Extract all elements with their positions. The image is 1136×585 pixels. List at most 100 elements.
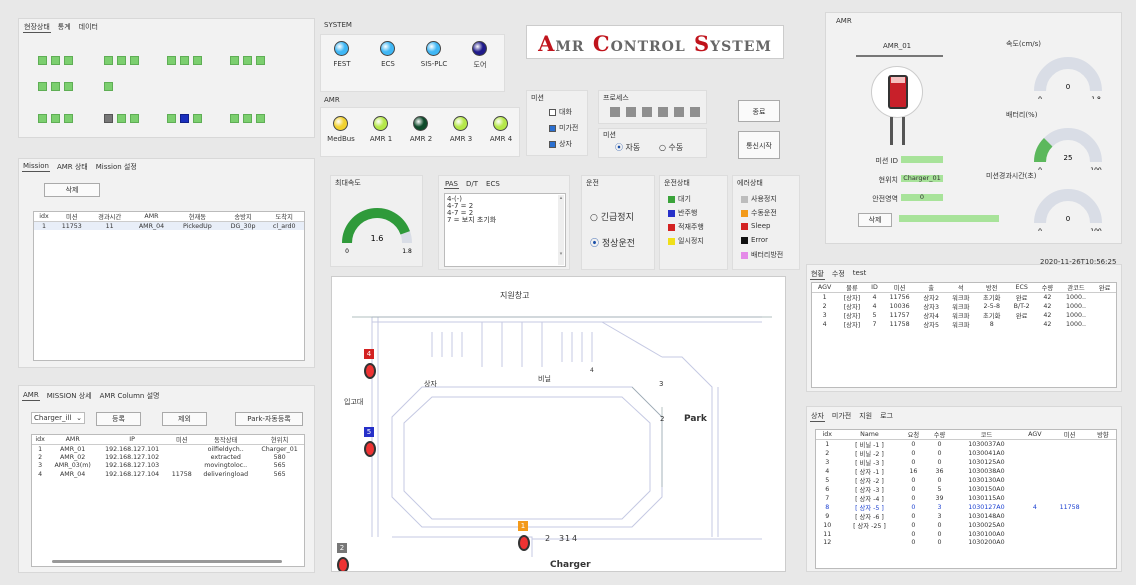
table-row[interactable]: 1 11753 11 AMR_04 PickedUp DG_30p cl_ard0 bbox=[34, 221, 304, 230]
emergency-stop-radio[interactable]: ○ 긴급정지 bbox=[590, 210, 634, 223]
table-row[interactable]: 4 [ 상자 -1 ] 16 36 1030038A0 bbox=[816, 467, 1116, 476]
grid-cell[interactable] bbox=[230, 56, 239, 65]
column-header[interactable]: 관코드 bbox=[1058, 283, 1094, 293]
log-text[interactable]: 4-(-) 4-7 = 2 4-7 = 27 = 보지 초기화 ▴ ▾ bbox=[444, 193, 566, 267]
column-header[interactable]: idx bbox=[34, 212, 54, 222]
grid-cell[interactable] bbox=[104, 82, 113, 91]
column-header[interactable]: 요청 bbox=[900, 430, 927, 440]
column-header[interactable]: AGV bbox=[1020, 430, 1050, 440]
amr-delete-button[interactable]: 삭제 bbox=[858, 213, 892, 227]
tab-stats[interactable]: 통계 bbox=[57, 22, 72, 33]
column-header[interactable]: idx bbox=[816, 430, 839, 440]
amr-marker[interactable]: 4 bbox=[364, 349, 378, 385]
table-row[interactable]: 2 AMR_02 192.168.127.102 extracted 580 bbox=[32, 453, 304, 462]
grid-cell[interactable] bbox=[38, 114, 47, 123]
column-header[interactable]: 경과시간 bbox=[89, 212, 130, 222]
tab-mission-settings[interactable]: Mission 설정 bbox=[95, 162, 138, 172]
grid-cell[interactable] bbox=[117, 56, 126, 65]
column-header[interactable]: 동작상태 bbox=[196, 435, 256, 445]
column-header[interactable]: ECS bbox=[1007, 283, 1037, 293]
mission-checkbox[interactable]: 상자 bbox=[549, 139, 572, 149]
table-row[interactable]: 9 [ 상자 -6 ] 0 3 1030148A0 bbox=[816, 512, 1116, 521]
table-row[interactable]: 11 0 0 1030100A0 bbox=[816, 530, 1116, 539]
table-row[interactable]: 1 AMR_01 192.168.127.101 oilfieldych.. Charg… bbox=[32, 445, 304, 454]
tab-amr-status[interactable]: AMR 상태 bbox=[56, 162, 89, 172]
column-header[interactable]: 코드 bbox=[952, 430, 1021, 440]
mission-checkbox[interactable]: 대화 bbox=[549, 107, 572, 117]
mission-delete-button[interactable]: 삭제 bbox=[44, 183, 100, 197]
tab-amr[interactable]: AMR bbox=[22, 391, 40, 401]
park-register-button[interactable]: Park-자동등록 bbox=[235, 412, 303, 426]
table-row[interactable]: 2 [상자] 4 10036 상자3 워크파 2-5-8 B/T-2 42 1000.. bbox=[812, 302, 1116, 311]
column-header[interactable]: idx bbox=[32, 435, 49, 445]
column-header[interactable]: 수량 bbox=[926, 430, 953, 440]
table-row[interactable]: 8 [ 상자 -5 ] 0 3 1030127A0 4 11758 bbox=[816, 503, 1116, 512]
grid-cell[interactable] bbox=[193, 114, 202, 123]
horizontal-scrollbar[interactable] bbox=[52, 560, 282, 563]
grid-cell[interactable] bbox=[256, 114, 265, 123]
amr-exclude-button[interactable]: 제외 bbox=[162, 412, 207, 426]
grid-cell[interactable] bbox=[51, 82, 60, 91]
grid-cell[interactable] bbox=[130, 114, 139, 123]
table-row[interactable]: 6 [ 상자 -3 ] 0 5 1030150A0 bbox=[816, 485, 1116, 494]
grid-cell[interactable] bbox=[243, 56, 252, 65]
table-row[interactable]: 5 [ 상자 -2 ] 0 0 1030130A0 bbox=[816, 476, 1116, 485]
tab-box[interactable]: 상자 bbox=[810, 411, 825, 422]
grid-cell[interactable] bbox=[130, 56, 139, 65]
column-header[interactable]: 완료 bbox=[1093, 283, 1116, 293]
amr-marker[interactable]: 2 bbox=[337, 543, 351, 571]
table-row[interactable]: 1 [상자] 4 11756 상자2 워크파 초기화 완료 42 1000.. bbox=[812, 293, 1116, 302]
column-header[interactable]: AGV bbox=[812, 283, 838, 293]
table-row[interactable]: 3 AMR_03(m) 192.168.127.103 movingtoloc.. 56… bbox=[32, 462, 304, 471]
grid-cell[interactable] bbox=[64, 82, 73, 91]
tab-site-status[interactable]: 현장상태 bbox=[23, 22, 51, 33]
tab-data[interactable]: 데이터 bbox=[78, 22, 99, 33]
amr-register-button[interactable]: 등록 bbox=[96, 412, 141, 426]
grid-cell[interactable] bbox=[117, 114, 126, 123]
table-row[interactable]: 4 AMR_04 192.168.127.104 11758 deliveringloa… bbox=[32, 470, 304, 479]
table-row[interactable]: 3 [ 비닐 -3 ] 0 0 1030125A0 bbox=[816, 458, 1116, 467]
grid-cell[interactable] bbox=[64, 56, 73, 65]
table-row[interactable]: 4 [상자] 7 11758 상자5 워크파 8 42 1000.. bbox=[812, 320, 1116, 329]
grid-cell[interactable] bbox=[230, 114, 239, 123]
table-row[interactable]: 1 [ 비닐 -1 ] 0 0 1030037A0 bbox=[816, 440, 1116, 449]
mode-auto-radio[interactable]: ⦿ 자동 bbox=[615, 142, 640, 153]
column-header[interactable]: 송방지 bbox=[221, 212, 265, 222]
table-row[interactable]: 7 [ 상자 -4 ] 0 39 1030115A0 bbox=[816, 494, 1116, 503]
comm-start-button[interactable]: 통신시작 bbox=[738, 131, 780, 159]
column-header[interactable]: 도착지 bbox=[264, 212, 304, 222]
grid-cell[interactable] bbox=[38, 82, 47, 91]
tab-support[interactable]: 지원 bbox=[858, 411, 873, 422]
grid-cell[interactable] bbox=[180, 56, 189, 65]
grid-cell[interactable] bbox=[256, 56, 265, 65]
table-row[interactable]: 2 [ 비닐 -2 ] 0 0 1030041A0 bbox=[816, 449, 1116, 458]
normal-run-radio[interactable]: ⦿ 정상운전 bbox=[590, 236, 635, 249]
scrollbar[interactable]: ▴ ▾ bbox=[558, 195, 564, 265]
column-header[interactable]: Name bbox=[838, 430, 901, 440]
tab-mission[interactable]: Mission bbox=[22, 162, 50, 172]
tab-mission-detail[interactable]: MISSION 상세 bbox=[46, 391, 93, 401]
tab-edit[interactable]: 수정 bbox=[831, 269, 846, 280]
table-row[interactable]: 12 0 0 1030200A0 bbox=[816, 539, 1116, 548]
tab-dt[interactable]: D/T bbox=[465, 180, 479, 189]
column-header[interactable]: IP bbox=[97, 435, 168, 445]
tab-test[interactable]: test bbox=[852, 269, 867, 280]
column-header[interactable]: 현재동 bbox=[173, 212, 222, 222]
end-button[interactable]: 종료 bbox=[738, 100, 780, 122]
column-header[interactable]: 미션 bbox=[167, 435, 197, 445]
column-header[interactable]: 석 bbox=[945, 283, 977, 293]
column-header[interactable]: 출 bbox=[917, 283, 946, 293]
amr-marker[interactable]: 1 bbox=[518, 521, 532, 557]
mode-manual-radio[interactable]: ○ 수동 bbox=[659, 142, 683, 153]
column-header[interactable]: 미션 bbox=[1049, 430, 1090, 440]
column-header[interactable]: 미션 bbox=[882, 283, 918, 293]
table-row[interactable]: 3 [상자] 5 11757 상자4 워크파 초기화 완료 42 1000.. bbox=[812, 311, 1116, 320]
grid-cell[interactable] bbox=[167, 114, 176, 123]
column-header[interactable]: 미션 bbox=[53, 212, 90, 222]
column-header[interactable]: 방향 bbox=[1089, 430, 1116, 440]
grid-cell[interactable] bbox=[104, 114, 113, 123]
tab-log[interactable]: 로그 bbox=[879, 411, 894, 422]
grid-cell[interactable] bbox=[167, 56, 176, 65]
amr-select[interactable]: Charger_ill ⌄ bbox=[31, 412, 85, 424]
grid-cell[interactable] bbox=[104, 56, 113, 65]
